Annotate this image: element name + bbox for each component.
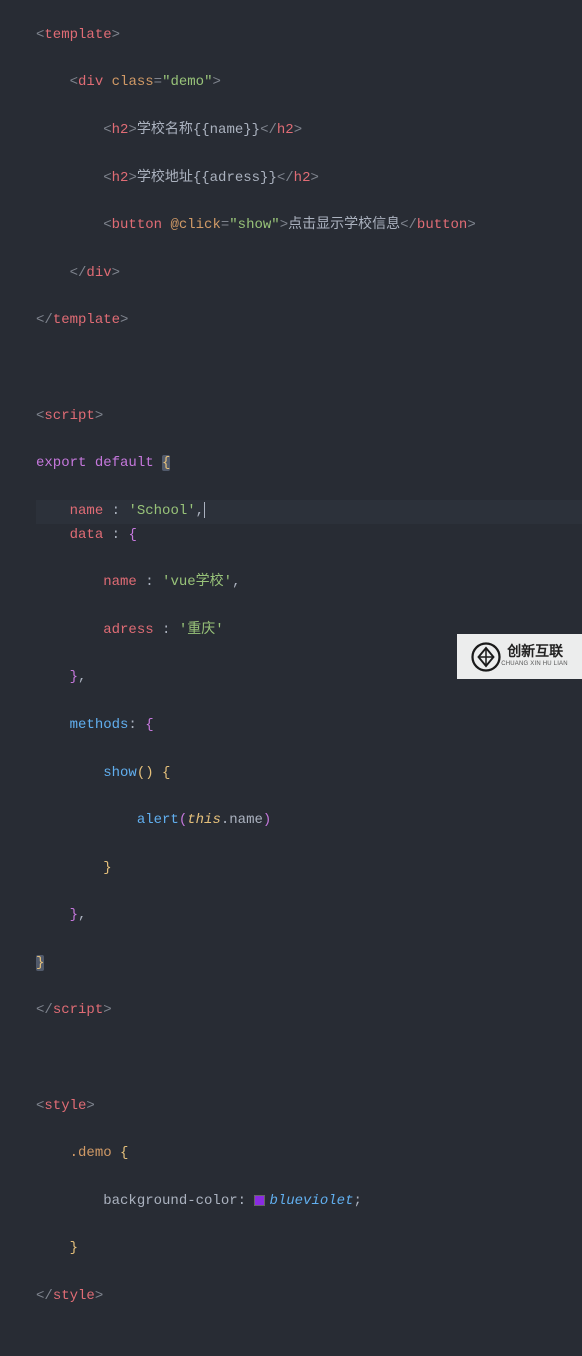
text-school-name: 学校名称 — [137, 122, 193, 138]
tag-div: div — [78, 74, 103, 90]
tag-style-open: style — [44, 1098, 86, 1114]
fn-alert: alert — [137, 812, 179, 828]
val-school: 'School' — [128, 503, 195, 519]
logo-icon — [471, 642, 501, 672]
tag-style-close: style — [53, 1288, 95, 1304]
button-text: 点击显示学校信息 — [288, 217, 400, 233]
kw-default: default — [95, 455, 154, 471]
text-school-addr: 学校地址 — [137, 170, 193, 186]
logo-text-cn: 创新互联 — [507, 644, 568, 659]
tag-script-close: script — [53, 1002, 103, 1018]
kw-export: export — [36, 455, 86, 471]
text-cursor — [204, 502, 205, 518]
tag-template-close: template — [53, 312, 120, 328]
val-demo: "demo" — [162, 74, 212, 90]
attr-class: class — [112, 74, 154, 90]
css-selector-demo: .demo — [70, 1145, 112, 1161]
tag-button: button — [112, 217, 162, 233]
attr-click: @click — [170, 217, 220, 233]
code-editor[interactable]: <template> <div class="demo"> <h2>学校名称{{… — [0, 0, 582, 679]
mustache-adress: {{adress}} — [193, 170, 277, 186]
line-number-gutter — [0, 0, 24, 679]
code-area[interactable]: <template> <div class="demo"> <h2>学校名称{{… — [24, 0, 582, 679]
color-swatch-icon — [254, 1195, 265, 1206]
fn-show: show — [103, 765, 137, 781]
mustache-name: {{name}} — [193, 122, 260, 138]
tag-h2: h2 — [112, 122, 129, 138]
dot-name: .name — [221, 812, 263, 828]
val-chongqing: '重庆' — [179, 622, 224, 638]
css-prop-bgcolor: background-color — [103, 1193, 237, 1209]
logo-text-en: CHUANG XIN HU LIAN — [501, 659, 568, 669]
watermark-logo: 创新互联 CHUANG XIN HU LIAN — [457, 634, 582, 679]
tag-script-open: script — [44, 408, 94, 424]
kw-this: this — [187, 812, 221, 828]
val-show: "show" — [229, 217, 279, 233]
css-val-blueviolet: blueviolet — [269, 1193, 353, 1209]
prop-name: name — [70, 503, 104, 519]
prop-data: data — [70, 527, 104, 543]
val-vue-school: 'vue学校' — [162, 574, 232, 590]
active-line: name : 'School', — [36, 500, 582, 524]
prop-methods: methods — [70, 717, 129, 733]
prop-adress: adress — [103, 622, 153, 638]
tag-template-open: template — [44, 27, 111, 43]
